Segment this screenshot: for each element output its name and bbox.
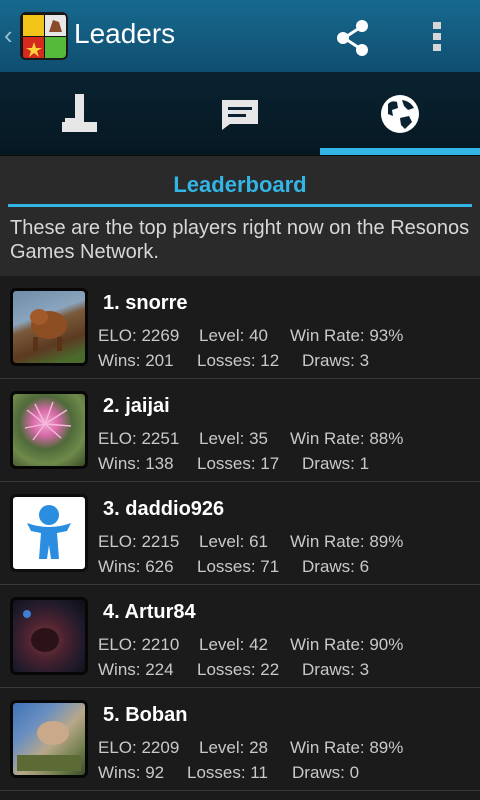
player-wins: Wins: 224 (98, 660, 174, 679)
app-logo-icon[interactable] (20, 12, 68, 60)
player-name: 4. Artur84 (103, 601, 196, 623)
player-level: Level: 42 (199, 635, 268, 654)
avatar (10, 597, 88, 675)
intro-text: These are the top players right now on t… (0, 212, 480, 276)
overflow-menu-button[interactable] (420, 12, 456, 60)
player-name: 1. snorre (103, 292, 188, 314)
player-winrate: Win Rate: 90% (290, 635, 404, 654)
player-winrate: Win Rate: 89% (290, 532, 404, 551)
player-losses: Losses: 12 (197, 351, 280, 370)
player-level: Level: 28 (199, 738, 268, 757)
player-losses: Losses: 71 (197, 557, 280, 576)
player-elo: ELO: 2251 (98, 429, 180, 448)
player-losses: Losses: 22 (197, 660, 280, 679)
joystick-icon (62, 94, 97, 132)
player-winrate: Win Rate: 88% (290, 429, 404, 448)
app-title: Leaders (74, 18, 176, 49)
player-winrate: Win Rate: 93% (290, 326, 404, 345)
list-item[interactable]: 4. Artur84 ELO: 2210 Level: 42 Win Rate:… (0, 585, 480, 688)
globe-icon (381, 95, 419, 133)
section-divider (8, 204, 472, 207)
avatar (10, 391, 88, 469)
player-level: Level: 35 (199, 429, 268, 448)
share-icon (337, 20, 368, 56)
leaderboard-header: Leaderboard (0, 156, 480, 212)
player-draws: Draws: 3 (302, 660, 370, 679)
list-item[interactable]: 1. snorre ELO: 2269 Level: 40 Win Rate: … (0, 276, 480, 379)
tab-games[interactable] (0, 72, 160, 156)
player-level: Level: 61 (199, 532, 268, 551)
back-caret-icon[interactable]: ‹ (4, 20, 16, 50)
player-losses: Losses: 17 (197, 454, 280, 473)
player-elo: ELO: 2269 (98, 326, 180, 345)
player-wins: Wins: 92 (98, 763, 165, 782)
overflow-menu-icon (433, 22, 441, 51)
player-draws: Draws: 0 (292, 763, 360, 782)
player-draws: Draws: 1 (302, 454, 370, 473)
action-bar: ‹ Leaders (0, 0, 480, 72)
person-icon (27, 505, 71, 559)
player-name: 2. jaijai (103, 395, 170, 417)
section-title: Leaderboard (173, 172, 307, 197)
share-button[interactable] (326, 12, 378, 60)
list-item[interactable]: 3. daddio926 ELO: 2215 Level: 61 Win Rat… (0, 482, 480, 585)
avatar (10, 288, 88, 366)
list-item[interactable]: 2. jaijai ELO: 2251 Level: 35 Win Rate: … (0, 379, 480, 482)
player-draws: Draws: 6 (302, 557, 370, 576)
player-name: 3. daddio926 (103, 498, 225, 520)
avatar (10, 700, 88, 778)
tab-leaders[interactable] (320, 72, 480, 156)
player-elo: ELO: 2215 (98, 532, 180, 551)
selected-tab-indicator (320, 148, 480, 155)
player-draws: Draws: 3 (302, 351, 370, 370)
player-wins: Wins: 138 (98, 454, 174, 473)
list-item[interactable]: 5. Boban ELO: 2209 Level: 28 Win Rate: 8… (0, 688, 480, 791)
player-losses: Losses: 11 (187, 763, 268, 782)
player-level: Level: 40 (199, 326, 268, 345)
avatar (10, 494, 88, 572)
chat-icon (222, 100, 258, 130)
player-winrate: Win Rate: 89% (290, 738, 404, 757)
player-wins: Wins: 201 (98, 351, 174, 370)
player-elo: ELO: 2210 (98, 635, 180, 654)
player-name: 5. Boban (103, 704, 188, 726)
leaderboard-list[interactable]: 1. snorre ELO: 2269 Level: 40 Win Rate: … (0, 276, 480, 800)
player-wins: Wins: 626 (98, 557, 174, 576)
tab-bar (0, 72, 480, 156)
player-elo: ELO: 2209 (98, 738, 180, 757)
tab-chat[interactable] (160, 72, 320, 156)
